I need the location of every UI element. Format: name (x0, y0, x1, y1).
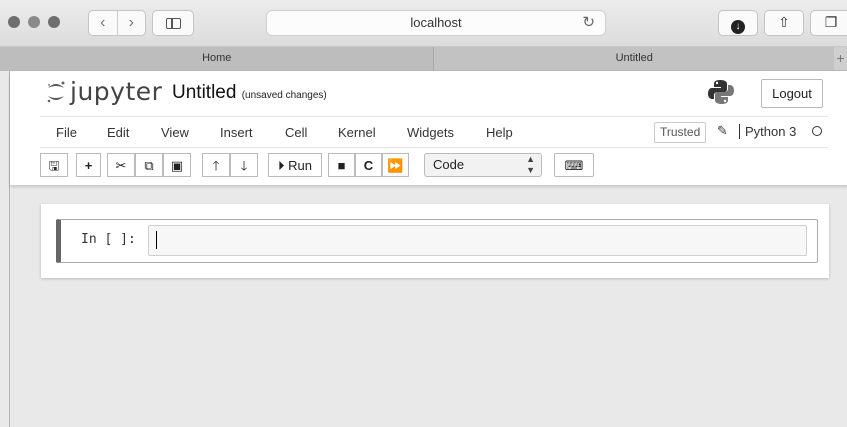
restart-kernel-icon[interactable]: C (355, 153, 382, 177)
notebook-title[interactable]: Untitled (172, 82, 236, 103)
menu-edit[interactable]: Edit (107, 125, 129, 140)
logout-button[interactable]: Logout (761, 79, 823, 108)
text-cursor (156, 231, 157, 249)
tab-untitled[interactable]: Untitled (434, 47, 835, 70)
restart-run-all-icon[interactable]: ⏩ (382, 153, 409, 177)
keyboard-shortcuts-icon[interactable]: ⌨ (554, 153, 594, 177)
zoom-window-button[interactable] (48, 16, 60, 28)
menu-help[interactable]: Help (486, 125, 513, 140)
code-input[interactable] (148, 225, 807, 256)
back-icon[interactable]: ‹ (89, 11, 117, 35)
menu-widgets[interactable]: Widgets (407, 125, 454, 140)
reload-icon[interactable]: ↻ (582, 13, 595, 31)
share-icon: ⇧ (778, 14, 790, 30)
cell-type-select[interactable]: Code ▲ ▼ (424, 153, 542, 177)
notebook-container: In [ ]: (41, 204, 829, 278)
downloads-button[interactable]: ↓ (718, 10, 758, 36)
run-label: Run (288, 158, 312, 173)
cell-input-prompt: In [ ]: (81, 232, 136, 247)
history-nav: ‹ › (88, 10, 146, 36)
move-up-icon[interactable]: 🡑 (202, 153, 230, 177)
select-arrows-icon: ▲ ▼ (526, 154, 535, 175)
run-button[interactable]: ⏵ Run (268, 153, 322, 177)
paste-icon[interactable]: ▣ (163, 153, 191, 177)
move-down-icon[interactable]: 🡓 (230, 153, 258, 177)
forward-icon[interactable]: › (116, 11, 146, 35)
close-window-button[interactable] (8, 16, 20, 28)
menu-file[interactable]: File (56, 125, 77, 140)
share-button[interactable]: ⇧ (764, 10, 804, 36)
download-icon: ↓ (731, 20, 745, 34)
cut-icon[interactable]: ✂ (107, 153, 135, 177)
tabs-overview-button[interactable]: ❐ (810, 10, 847, 36)
kernel-name[interactable]: Python 3 (739, 124, 796, 139)
minimize-window-button[interactable] (28, 16, 40, 28)
url-text: localhost (410, 15, 462, 30)
run-icon: ⏵ (278, 158, 285, 173)
edit-mode-pencil-icon: ✎ (717, 123, 728, 138)
insert-cell-icon[interactable]: + (76, 153, 101, 177)
code-cell[interactable]: In [ ]: (56, 219, 818, 263)
save-status: (unsaved changes) (241, 90, 327, 101)
browser-toolbar: ‹ › localhost ↻ ↓ ⇧ ❐ (0, 0, 847, 47)
menu-view[interactable]: View (161, 125, 189, 140)
new-tab-icon[interactable]: + (834, 47, 847, 70)
notebook-page: jupyter Untitled (unsaved changes) Logou… (9, 71, 847, 427)
tab-home[interactable]: Home (0, 47, 435, 70)
notebook-title-block[interactable]: Untitled (unsaved changes) (172, 82, 327, 104)
tab-bar: Home Untitled + (0, 47, 847, 71)
notebook-header: jupyter Untitled (unsaved changes) Logou… (10, 71, 847, 185)
save-icon[interactable]: 🖫 (40, 153, 68, 177)
jupyter-logo-icon (47, 81, 65, 103)
interrupt-kernel-icon[interactable]: ■ (328, 153, 355, 177)
tabs-icon: ❐ (824, 14, 838, 30)
jupyter-logo-text[interactable]: jupyter (70, 77, 162, 106)
cell-type-value: Code (433, 157, 465, 172)
trusted-badge[interactable]: Trusted (654, 122, 707, 143)
menu-insert[interactable]: Insert (220, 125, 253, 140)
notebook-toolbar: 🖫 + ✂ ⧉ ▣ 🡑 🡓 ⏵ Run ■ C ⏩ Code ▲ ▼ ⌨ (40, 153, 640, 179)
sidebar-toggle-icon[interactable] (152, 10, 194, 36)
kernel-idle-indicator-icon (812, 126, 822, 136)
copy-icon[interactable]: ⧉ (135, 153, 163, 177)
address-bar[interactable]: localhost ↻ (266, 10, 606, 36)
menu-kernel[interactable]: Kernel (338, 125, 376, 140)
menu-bar: File Edit View Insert Cell Kernel Widget… (40, 116, 828, 148)
menu-cell[interactable]: Cell (285, 125, 307, 140)
python-logo-icon (708, 80, 734, 104)
